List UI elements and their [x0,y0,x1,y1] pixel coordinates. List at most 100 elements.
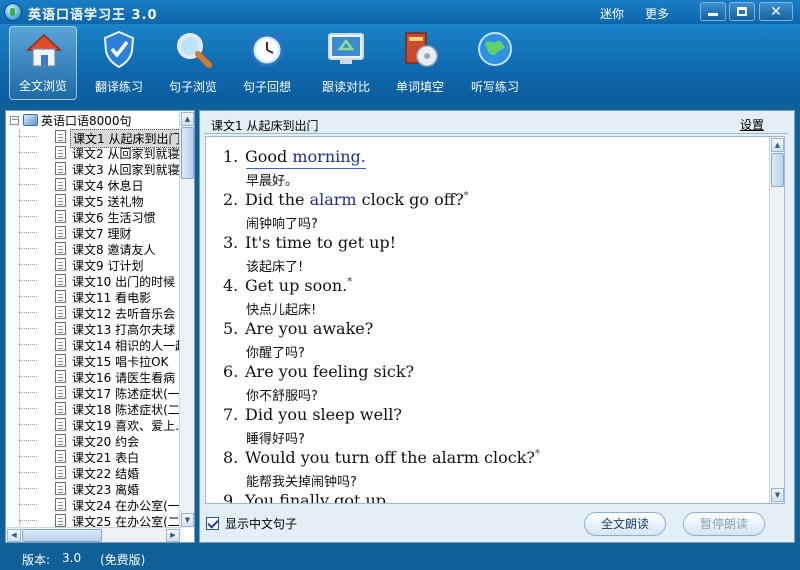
sentence-english[interactable]: 8. Would you turn off the alarm clock?* [223,448,540,467]
mini-mode-link[interactable]: 迷你 [600,5,624,22]
sentence-english[interactable]: 6. Are you feeling sick? [223,362,414,381]
minimize-button[interactable] [700,2,726,21]
document-icon [55,146,66,159]
lesson-item[interactable]: 课文7 理财 [6,224,181,241]
lesson-item[interactable]: 课文3 从回家到就寝( [6,160,181,177]
lesson-item[interactable]: 课文25 在办公室(二) [6,512,181,528]
show-chinese-toggle[interactable]: 显示中文句子 [206,515,297,532]
document-icon [55,386,66,399]
lesson-item[interactable]: 课文14 相识的人一起 [6,336,181,353]
scroll-right-icon[interactable]: ▶ [166,529,180,542]
scroll-down-icon[interactable]: ▼ [771,488,784,502]
document-icon [55,274,66,287]
tree-connector [19,152,37,153]
more-menu-link[interactable]: 更多 [645,5,669,22]
scroll-thumb[interactable] [771,153,784,187]
tree-horizontal-scrollbar[interactable]: ◀ ▶ [6,527,181,542]
settings-link[interactable]: 设置 [740,116,764,133]
sentence-english[interactable]: 1. Good morning. [223,147,366,166]
document-icon [55,498,66,511]
lesson-item[interactable]: 课文17 陈述症状(一) [6,384,181,401]
tool-translation-practice[interactable]: 翻译练习 [85,26,153,100]
sentence-english[interactable]: 4. Get up soon.* [223,276,352,295]
tool-dictation-practice[interactable]: 听写练习 [461,26,529,100]
tree-root[interactable]: − 英语口语8000句 [10,112,132,128]
sentence-english[interactable]: 2. Did the alarm clock go off?* [223,190,469,209]
lesson-item[interactable]: 课文24 在办公室(一) [6,496,181,513]
lesson-item-label: 课文25 在办公室(二) [72,515,181,528]
tool-label: 单词填空 [395,80,444,94]
sentence-english[interactable]: 9. You finally got up. [223,491,391,503]
lesson-item[interactable]: 课文19 喜欢、爱上… [6,416,181,433]
scroll-down-icon[interactable]: ▼ [181,513,194,527]
document-icon [55,370,66,383]
lesson-item[interactable]: 课文21 表白 [6,448,181,465]
lesson-item[interactable]: 课文11 看电影 [6,288,181,305]
title-bar: 英语口语学习王 3.0 迷你 更多 ✕ [0,0,800,24]
read-all-button[interactable]: 全文朗读 [584,512,666,536]
tree-connector [19,472,37,473]
tree-vertical-scrollbar[interactable]: ▲ ▼ [179,111,194,528]
sentence-chinese: 能帮我关掉闹钟吗? [246,475,357,490]
lesson-title: 课文1 从起床到出门 [211,119,319,133]
lesson-item[interactable]: 课文9 订计划 [6,256,181,273]
lesson-item[interactable]: 课文13 打高尔夫球 [6,320,181,337]
lesson-item[interactable]: 课文10 出门的时候 [6,272,181,289]
sentence-reading-area: ▲ ▼ 1. Good morning. 早晨好。 2. Did the alarm c… [205,136,785,504]
scroll-left-icon[interactable]: ◀ [7,529,21,542]
tree-connector [19,424,37,425]
lesson-item[interactable]: 课文16 请医生看病 [6,368,181,385]
lesson-item[interactable]: 课文6 生活习惯 [6,208,181,225]
lesson-item[interactable]: 课文1 从起床到出门 [6,128,181,148]
sentence-english[interactable]: 3. It's time to get up! [223,233,396,252]
lesson-item[interactable]: 课文5 送礼物 [6,192,181,209]
tool-full-text-browse[interactable]: 全文浏览 [9,26,77,100]
collapse-icon[interactable]: − [10,115,19,125]
tree-connector [19,232,37,233]
lesson-item[interactable]: 课文12 去听音乐会 [6,304,181,321]
key-sentence-marker: * [535,448,540,460]
close-button[interactable]: ✕ [759,2,793,21]
lesson-item[interactable]: 课文15 唱卡拉OK [6,352,181,369]
shield-icon [103,30,135,69]
document-icon [55,242,66,255]
content-vertical-scrollbar[interactable]: ▲ ▼ [769,137,784,503]
lesson-item[interactable]: 课文22 结婚 [6,464,181,481]
sentence-chinese: 睡得好吗? [246,432,305,447]
key-sentence-marker: * [347,276,353,288]
pause-reading-button[interactable]: 暂停朗读 [683,512,765,536]
lesson-item[interactable]: 课文23 离婚 [6,480,181,497]
sentence-english[interactable]: 5. Are you awake? [223,319,373,338]
scroll-up-icon[interactable]: ▲ [771,138,784,152]
divider [204,133,788,134]
tool-sentence-browse[interactable]: 句子浏览 [159,26,227,100]
lesson-item[interactable]: 课文2 从回家到就寝( [6,144,181,161]
lesson-item[interactable]: 课文20 约会 [6,432,181,449]
scroll-up-icon[interactable]: ▲ [181,112,194,126]
sentence-english[interactable]: 7. Did you sleep well? [223,405,402,424]
lesson-item[interactable]: 课文4 休息日 [6,176,181,193]
document-icon [55,194,66,207]
show-chinese-checkbox[interactable] [206,517,219,530]
document-icon [55,482,66,495]
tree-connector [19,280,37,281]
book-disc-icon [405,32,438,67]
sentence-chinese: 你醒了吗? [246,346,305,361]
tool-shadow-compare[interactable]: 跟读对比 [312,26,380,100]
lesson-item[interactable]: 课文18 陈述症状(二) [6,400,181,417]
maximize-button[interactable] [729,2,755,21]
scroll-thumb[interactable] [181,127,194,179]
document-icon [55,306,66,319]
document-icon [55,338,66,351]
document-icon [55,402,66,415]
maximize-icon [737,7,747,16]
tool-sentence-recall[interactable]: 句子回想 [233,26,301,100]
tool-word-fill[interactable]: 单词填空 [386,26,454,100]
tool-label: 句子回想 [242,80,291,94]
document-icon [55,514,66,527]
tree-connector [19,296,37,297]
sentence-chinese: 快点儿起床! [246,303,317,318]
document-icon [55,210,66,223]
scroll-thumb[interactable] [22,529,102,542]
lesson-item[interactable]: 课文8 邀请友人 [6,240,181,257]
